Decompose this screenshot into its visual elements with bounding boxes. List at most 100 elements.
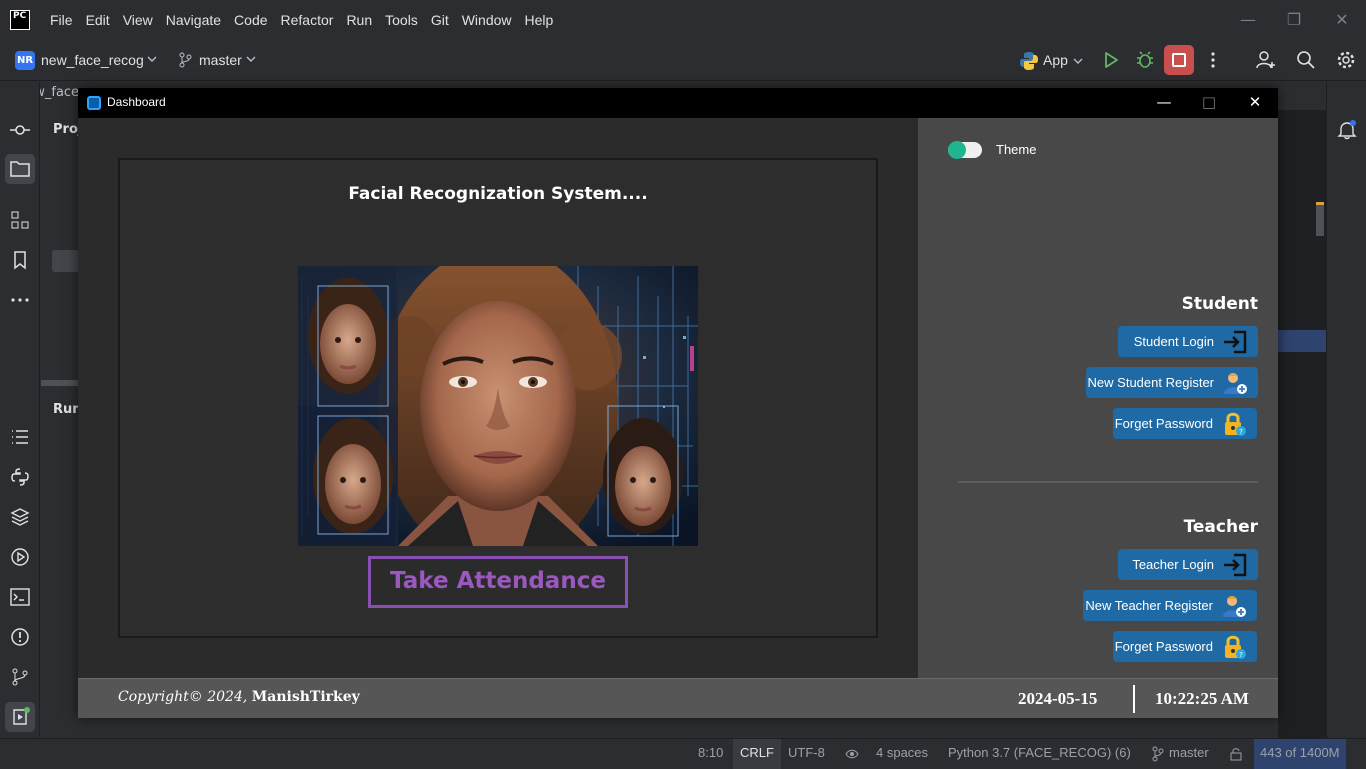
problems-icon[interactable] (10, 627, 30, 647)
git-icon[interactable] (10, 667, 30, 687)
terminal-icon[interactable] (10, 587, 30, 607)
ide-right-toolstrip (1326, 82, 1366, 737)
dashboard-window: Dashboard — □ ✕ Facial Recognization Sys… (78, 88, 1278, 718)
status-interpreter[interactable]: Python 3.7 (FACE_RECOG) (6) (948, 745, 1131, 760)
main-left-pane: Facial Recognization System.... Take Att… (78, 118, 918, 678)
system-title: Facial Recognization System.... (348, 184, 648, 204)
add-user-icon (1224, 372, 1247, 394)
menu-code[interactable]: Code (234, 12, 267, 28)
theme-toggle[interactable] (948, 141, 982, 159)
menu-git[interactable]: Git (431, 12, 449, 28)
python-console-icon[interactable] (10, 467, 30, 487)
more-vertical-icon[interactable] (1203, 50, 1223, 70)
add-user-icon[interactable] (1256, 50, 1276, 70)
dashboard-footer: Copyright© 2024, ManishTirkey 2024-05-15… (78, 678, 1278, 718)
menu-navigate[interactable]: Navigate (166, 12, 221, 28)
status-branch[interactable]: master (1169, 745, 1209, 760)
menu-bar: File Edit View Navigate Code Refactor Ru… (50, 12, 566, 28)
pycharm-logo-icon: PC (10, 10, 30, 30)
teacher-login-button[interactable]: Teacher Login (1118, 549, 1258, 580)
menu-tools[interactable]: Tools (385, 12, 418, 28)
editor-scrollbar[interactable] (1316, 202, 1324, 236)
dashboard-title: Dashboard (107, 95, 166, 109)
new-student-register-button[interactable]: New Student Register (1086, 367, 1258, 398)
status-encoding[interactable]: UTF-8 (788, 745, 825, 760)
git-branch-icon (179, 52, 192, 68)
services-icon[interactable] (10, 547, 30, 567)
status-memory[interactable]: 443 of 1400M (1254, 739, 1346, 769)
dashboard-title-bar: Dashboard — □ ✕ (78, 88, 1278, 118)
notifications-bell-icon[interactable] (1337, 120, 1357, 140)
commit-icon[interactable] (10, 120, 30, 140)
svg-text:?: ? (1239, 651, 1243, 659)
more-horizontal-icon[interactable] (10, 290, 30, 310)
app-minimize-icon[interactable]: — (1149, 93, 1179, 113)
menu-file[interactable]: File (50, 12, 73, 28)
ide-minimize-icon[interactable]: — (1238, 10, 1258, 30)
run-config-selector[interactable]: App (1043, 52, 1068, 68)
chevron-down-icon (246, 56, 256, 62)
run-tool-button[interactable] (5, 702, 35, 732)
eye-icon[interactable] (845, 748, 859, 760)
search-icon[interactable] (1296, 50, 1316, 70)
run-window-icon (13, 707, 30, 725)
ide-close-icon[interactable]: ✕ (1332, 10, 1352, 30)
copyright-label: Copyright© 2024, (118, 689, 248, 705)
app-maximize-icon[interactable]: □ (1194, 93, 1224, 113)
debug-icon[interactable] (1135, 50, 1155, 70)
face-recognition-image (298, 266, 698, 546)
new-teacher-register-button[interactable]: New Teacher Register (1083, 590, 1257, 621)
student-login-button[interactable]: Student Login (1118, 326, 1258, 357)
todo-list-icon[interactable] (10, 427, 30, 447)
menu-help[interactable]: Help (525, 12, 554, 28)
layers-icon[interactable] (10, 507, 30, 527)
new-teacher-register-label: New Teacher Register (1085, 598, 1213, 613)
git-branch-icon (1152, 746, 1164, 762)
selected-tree-row[interactable] (52, 250, 81, 272)
ide-left-toolstrip (0, 82, 40, 737)
add-user-icon (1223, 595, 1246, 617)
status-line-separator[interactable]: CRLF (733, 739, 781, 769)
menu-view[interactable]: View (123, 12, 153, 28)
editor-area-edge (1278, 110, 1328, 740)
project-panel-edge: Proj Run (41, 110, 82, 740)
settings-gear-icon[interactable] (1336, 50, 1356, 70)
project-badge[interactable]: NR (15, 51, 35, 70)
main-content-frame: Facial Recognization System.... Take Att… (118, 158, 878, 638)
bookmark-icon[interactable] (10, 250, 30, 270)
footer-time: 10:22:25 AM (1155, 689, 1249, 708)
project-selector[interactable]: new_face_recog (41, 52, 144, 68)
student-forget-password-button[interactable]: Forget Password ? (1113, 408, 1257, 439)
branch-selector[interactable]: master (199, 52, 242, 68)
run-icon[interactable] (1101, 50, 1121, 70)
chevron-down-icon (1073, 58, 1083, 64)
app-window-icon (87, 96, 101, 110)
status-caret-position[interactable]: 8:10 (698, 745, 723, 760)
copyright-text: Copyright© 2024, ManishTirkey (118, 689, 360, 705)
menu-edit[interactable]: Edit (86, 12, 110, 28)
teacher-login-label: Teacher Login (1132, 557, 1214, 572)
menu-run[interactable]: Run (346, 12, 372, 28)
horizontal-scrollbar[interactable] (41, 380, 81, 386)
stop-button[interactable] (1164, 45, 1194, 75)
theme-toggle-knob (948, 141, 966, 159)
python-icon (1020, 52, 1038, 70)
ide-title-bar: PC File Edit View Navigate Code Refactor… (0, 0, 1366, 40)
theme-label: Theme (996, 142, 1037, 157)
menu-refactor[interactable]: Refactor (281, 12, 334, 28)
project-tool-button[interactable] (5, 154, 35, 184)
teacher-forget-password-button[interactable]: Forget Password ? (1113, 631, 1257, 662)
lock-icon[interactable] (1229, 747, 1243, 761)
ide-restore-icon[interactable]: ❐ (1284, 10, 1304, 30)
login-icon (1224, 553, 1247, 576)
structure-icon[interactable] (10, 210, 30, 230)
new-student-register-label: New Student Register (1087, 375, 1214, 390)
student-forget-password-label: Forget Password (1114, 416, 1213, 431)
section-divider (958, 481, 1258, 483)
app-close-icon[interactable]: ✕ (1240, 93, 1270, 113)
take-attendance-button[interactable]: Take Attendance (368, 556, 628, 608)
student-login-label: Student Login (1133, 334, 1214, 349)
sidebar-panel: Theme Student Student Login New Student … (918, 118, 1278, 678)
menu-window[interactable]: Window (462, 12, 512, 28)
status-indent[interactable]: 4 spaces (876, 745, 928, 760)
